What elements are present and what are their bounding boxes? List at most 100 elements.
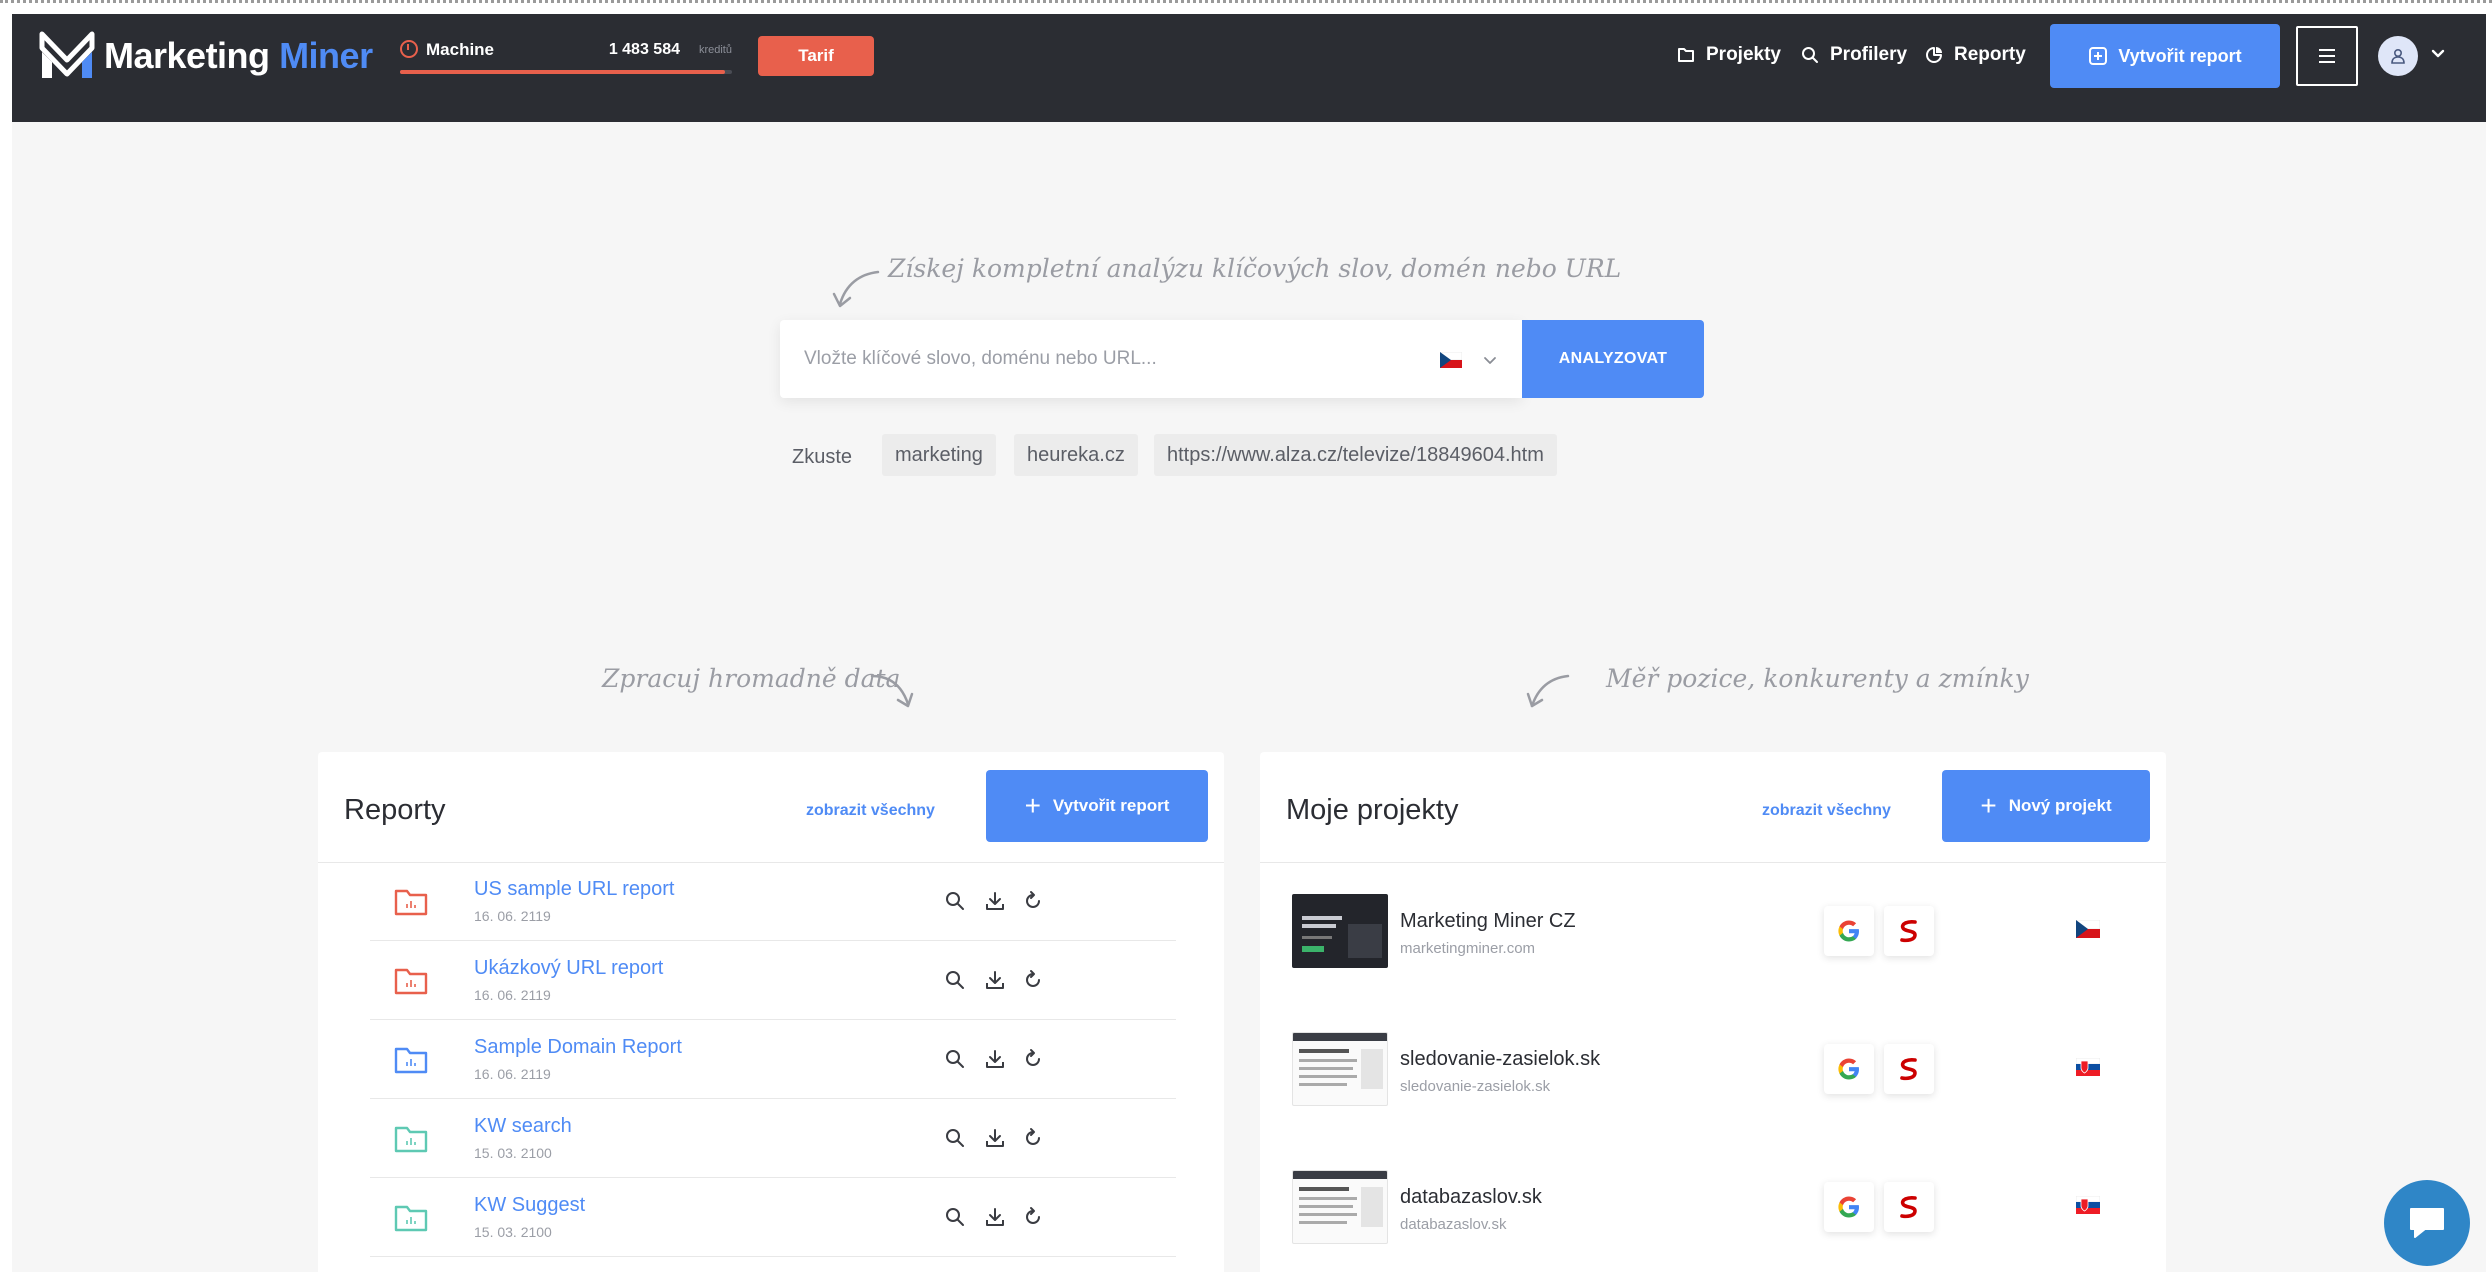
suggestion-chip[interactable]: heureka.cz: [1014, 434, 1138, 476]
refresh-icon[interactable]: [1022, 1127, 1044, 1149]
suggestion-chip[interactable]: https://www.alza.cz/televize/18849604.ht…: [1154, 434, 1557, 476]
search-icon: [1802, 47, 1818, 63]
menu-button[interactable]: [2296, 26, 2358, 86]
report-folder-icon: [394, 1205, 428, 1232]
report-title[interactable]: KW search: [474, 1115, 572, 1138]
country-select[interactable]: [1440, 346, 1506, 374]
refresh-icon[interactable]: [1022, 1048, 1044, 1070]
search-icon[interactable]: [944, 1127, 966, 1149]
folder-icon: [1678, 48, 1694, 62]
search-icon[interactable]: [944, 1206, 966, 1228]
google-engine-badge: [1824, 1044, 1874, 1094]
report-row[interactable]: Sample Domain Report 16. 06. 2119: [370, 1020, 1176, 1099]
seznam-engine-badge: [1884, 906, 1934, 956]
google-icon: [1838, 1058, 1859, 1080]
report-row[interactable]: KW search 15. 03. 2100: [370, 1099, 1176, 1178]
report-title[interactable]: KW Suggest: [474, 1194, 585, 1217]
plan-name: Machine: [426, 40, 495, 59]
try-label: Zkuste: [792, 446, 853, 468]
google-icon: [1838, 1196, 1859, 1218]
search-icon[interactable]: [944, 1048, 966, 1070]
report-title[interactable]: US sample URL report: [474, 878, 674, 901]
analyze-button[interactable]: ANALYZOVAT: [1522, 320, 1704, 398]
report-folder-icon: [394, 889, 428, 916]
report-date: 16. 06. 2119: [474, 987, 551, 1003]
credit-progress-bar: [400, 70, 732, 74]
report-date: 16. 06. 2119: [474, 1066, 551, 1082]
refresh-icon[interactable]: [1022, 1206, 1044, 1228]
create-report-button[interactable]: Vytvořit report: [2050, 24, 2280, 88]
download-icon[interactable]: [984, 1048, 1006, 1070]
project-row[interactable]: databazaslov.sk databazaslov.sk: [1260, 1138, 2166, 1272]
new-project-button[interactable]: + Nový projekt: [1942, 770, 2150, 842]
download-icon[interactable]: [984, 1206, 1006, 1228]
report-date: 15. 03. 2100: [474, 1145, 552, 1161]
project-name[interactable]: Marketing Miner CZ: [1400, 910, 1576, 933]
seznam-icon: [1900, 1058, 1917, 1081]
reports-title: Reporty: [344, 794, 446, 826]
project-row[interactable]: Marketing Miner CZ marketingminer.com: [1260, 862, 2166, 1000]
suggestion-chip[interactable]: marketing: [882, 434, 996, 476]
projects-show-all-link[interactable]: zobrazit všechny: [1762, 802, 1891, 820]
project-domain: marketingminer.com: [1400, 940, 1536, 957]
nav-projekty[interactable]: Projekty: [1676, 44, 1781, 66]
project-name[interactable]: sledovanie-zasielok.sk: [1400, 1048, 1600, 1071]
report-row[interactable]: Ukázkový URL report 16. 06. 2119: [370, 941, 1176, 1020]
google-engine-badge: [1824, 906, 1874, 956]
hamburger-icon: [2319, 49, 2335, 63]
credit-meter[interactable]: Machine 1 483 584 kreditů: [400, 36, 732, 76]
user-avatar[interactable]: [2378, 36, 2418, 76]
report-title[interactable]: Ukázkový URL report: [474, 957, 663, 980]
brand-logo[interactable]: Marketing Miner: [38, 30, 373, 82]
report-row[interactable]: KW Suggest 15. 03. 2100: [370, 1178, 1176, 1257]
search-icon[interactable]: [944, 969, 966, 991]
slovak-flag-icon: [2076, 1196, 2100, 1214]
report-title[interactable]: Sample Domain Report: [474, 1036, 682, 1059]
pie-chart-icon: [1926, 47, 1942, 63]
reports-card: Reporty zobrazit všechny + Vytvořit repo…: [318, 752, 1224, 1272]
reports-show-all-link[interactable]: zobrazit všechny: [806, 802, 935, 820]
curved-arrow-icon: [832, 270, 880, 308]
chat-button[interactable]: [2384, 1180, 2470, 1266]
projects-card: Moje projekty zobrazit všechny + Nový pr…: [1260, 752, 2166, 1272]
create-report-card-button[interactable]: + Vytvořit report: [986, 770, 1208, 842]
user-icon: [2391, 48, 2405, 64]
google-engine-badge: [1824, 1182, 1874, 1232]
chevron-down-icon[interactable]: [2428, 44, 2448, 64]
projects-title: Moje projekty: [1286, 794, 1459, 826]
chat-icon: [2410, 1208, 2444, 1238]
project-thumbnail: [1292, 1032, 1388, 1106]
search-icon[interactable]: [944, 890, 966, 912]
report-folder-icon: [394, 1047, 428, 1074]
report-date: 15. 03. 2100: [474, 1224, 552, 1240]
project-domain: databazaslov.sk: [1400, 1216, 1507, 1233]
czech-flag-icon: [2076, 920, 2100, 938]
report-date: 16. 06. 2119: [474, 908, 551, 924]
download-icon[interactable]: [984, 890, 1006, 912]
search-box: [780, 320, 1522, 398]
project-row[interactable]: sledovanie-zasielok.sk sledovanie-zasielo…: [1260, 1000, 2166, 1138]
project-name[interactable]: databazaslov.sk: [1400, 1186, 1542, 1209]
chevron-down-icon: [1484, 357, 1496, 364]
nav-profilery[interactable]: Profilery: [1800, 44, 1907, 66]
slovak-flag-icon: [2076, 1058, 2100, 1076]
download-icon[interactable]: [984, 969, 1006, 991]
credit-unit: kreditů: [698, 44, 732, 56]
refresh-icon[interactable]: [1022, 890, 1044, 912]
nav-reporty[interactable]: Reporty: [1924, 44, 2026, 66]
hero-hint: Získej kompletní analýzu klíčových slov,…: [888, 254, 1622, 283]
nav-reporty-label: Reporty: [1954, 44, 2026, 65]
curved-arrow-icon: [870, 674, 914, 708]
tarif-button[interactable]: Tarif: [758, 36, 874, 76]
reports-hint: Zpracuj hromadně data: [602, 664, 901, 693]
download-icon[interactable]: [984, 1127, 1006, 1149]
refresh-icon[interactable]: [1022, 969, 1044, 991]
search-input[interactable]: [804, 342, 1404, 376]
marketing-miner-logo-icon: [39, 31, 95, 78]
projects-hint: Měř pozice, konkurenty a zmínky: [1606, 664, 2029, 693]
create-report-label: Vytvořit report: [2118, 45, 2242, 66]
credit-progress-fill: [400, 70, 726, 74]
report-row[interactable]: US sample URL report 16. 06. 2119: [370, 862, 1176, 941]
report-folder-icon: [394, 1126, 428, 1153]
curved-arrow-icon: [1526, 674, 1570, 708]
